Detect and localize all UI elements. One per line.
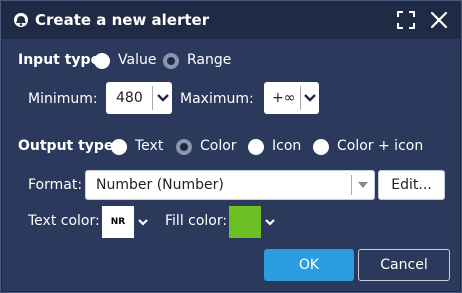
output-type-color-icon-radio[interactable] [313,139,329,155]
maximum-value: +∞ [272,90,296,106]
cancel-button[interactable]: Cancel [358,249,450,281]
create-alerter-dialog: Create a new alerter Input type: Value R… [0,0,462,293]
format-value: Number (Number) [96,177,224,193]
fullscreen-icon[interactable] [397,11,415,29]
input-type-label: Input type: [18,52,106,68]
chevron-down-icon[interactable] [153,82,173,114]
alerter-bell-icon [14,13,28,27]
output-type-color-icon-label[interactable]: Color + icon [337,138,423,154]
ok-button[interactable]: OK [264,249,354,281]
output-type-icon-label[interactable]: Icon [272,138,301,154]
chevron-down-icon[interactable] [137,217,149,227]
output-type-text-radio[interactable] [111,139,127,155]
maximum-select[interactable]: +∞ [264,82,319,114]
edit-format-button[interactable]: Edit... [378,170,445,200]
output-type-text-label[interactable]: Text [135,138,163,154]
input-type-value-label[interactable]: Value [118,52,156,68]
maximum-label: Maximum: [180,91,254,107]
minimum-select[interactable]: 480 [106,82,172,114]
output-type-icon-radio[interactable] [248,139,264,155]
format-label: Format: [28,177,83,193]
text-color-swatch[interactable]: NR [102,206,134,238]
caret-down-icon[interactable] [354,176,372,194]
minimum-value: 480 [116,90,143,106]
input-type-range-label[interactable]: Range [187,52,231,68]
chevron-down-icon[interactable] [300,82,320,114]
dialog-titlebar: Create a new alerter [1,1,461,39]
text-color-label: Text color: [28,213,100,229]
close-icon[interactable] [429,10,449,30]
dialog-title: Create a new alerter [35,11,210,29]
output-type-color-label[interactable]: Color [200,138,237,154]
fill-color-swatch[interactable] [229,206,261,238]
input-type-value-radio[interactable] [94,53,110,69]
format-select[interactable]: Number (Number) [85,170,375,200]
output-type-label: Output type: [18,138,120,154]
minimum-label: Minimum: [28,91,98,107]
dialog-body: Input type: Value Range Minimum: 480 Max… [2,39,460,291]
chevron-down-icon[interactable] [264,217,276,227]
output-type-color-radio[interactable] [176,139,192,155]
fill-color-label: Fill color: [165,213,228,229]
input-type-range-radio[interactable] [163,53,179,69]
